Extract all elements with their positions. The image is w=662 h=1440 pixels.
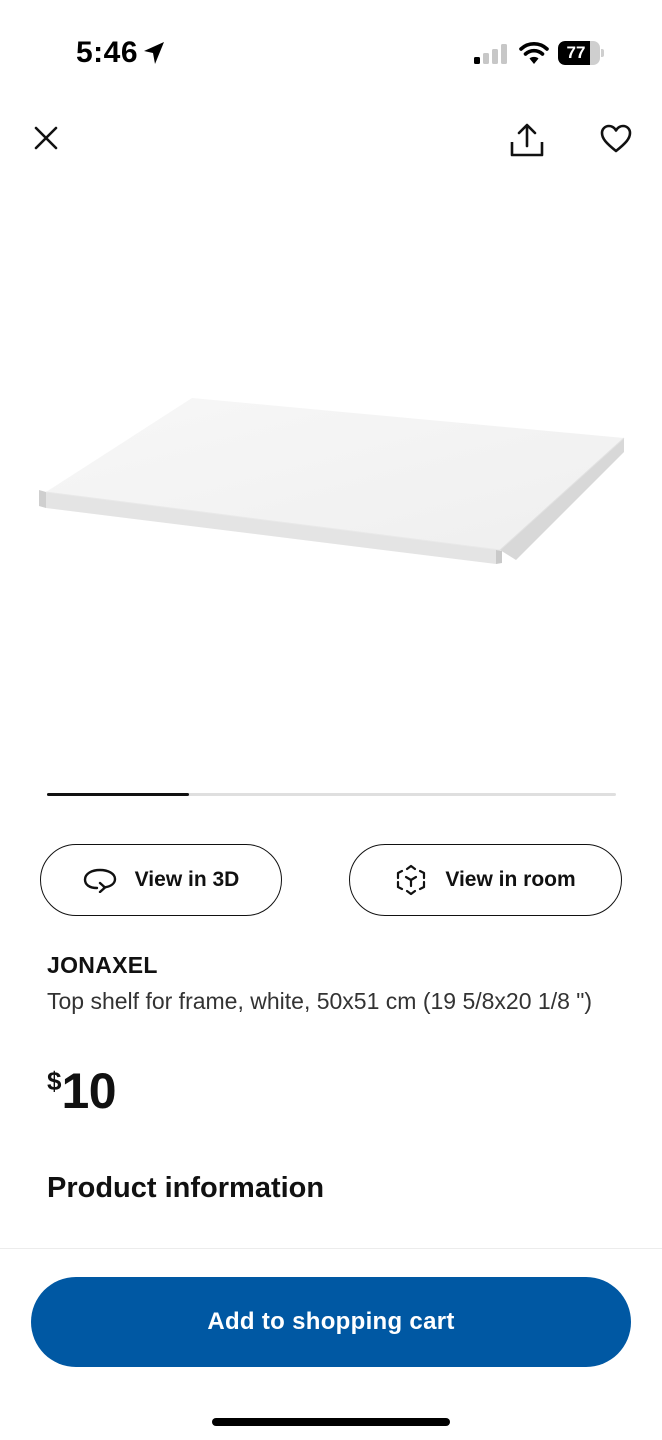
- home-indicator[interactable]: [212, 1418, 450, 1426]
- close-icon: [34, 126, 58, 150]
- wifi-icon: [519, 42, 549, 64]
- add-to-cart-button[interactable]: Add to shopping cart: [31, 1277, 631, 1367]
- product-name: JONAXEL: [47, 952, 158, 978]
- share-icon: [510, 123, 544, 157]
- location-arrow-icon: [144, 42, 164, 64]
- cellular-signal-icon: [474, 44, 507, 64]
- close-button[interactable]: [26, 118, 66, 158]
- view-in-3d-button[interactable]: View in 3D: [40, 844, 282, 916]
- battery-tip: [601, 49, 604, 57]
- product-description: Top shelf for frame, white, 50x51 cm (19…: [47, 988, 593, 1014]
- share-button[interactable]: [504, 118, 550, 162]
- view-in-room-label: View in room: [445, 868, 576, 891]
- bottom-bar-divider: [0, 1248, 662, 1249]
- price-currency: $: [47, 1066, 62, 1096]
- rotate-3d-icon: [83, 868, 116, 893]
- status-time: 5:46: [76, 36, 139, 69]
- battery-indicator: 77: [558, 41, 604, 65]
- view-in-room-button[interactable]: View in room: [349, 844, 622, 916]
- gallery-progress: [47, 793, 616, 796]
- ar-cube-icon: [397, 864, 426, 896]
- heart-icon: [600, 124, 632, 153]
- status-bar: 5:46 77: [0, 0, 662, 100]
- battery-level: 77: [566, 43, 586, 62]
- add-to-cart-label: Add to shopping cart: [207, 1308, 455, 1335]
- view-in-3d-label: View in 3D: [134, 868, 240, 891]
- favorite-button[interactable]: [594, 118, 638, 160]
- product-information-heading[interactable]: Product information: [47, 1172, 324, 1205]
- battery-body: 77: [558, 41, 600, 65]
- product-price: $10: [47, 1062, 117, 1120]
- gallery-progress-fill: [47, 793, 190, 796]
- product-image[interactable]: [30, 380, 634, 580]
- price-value: 10: [61, 1063, 117, 1119]
